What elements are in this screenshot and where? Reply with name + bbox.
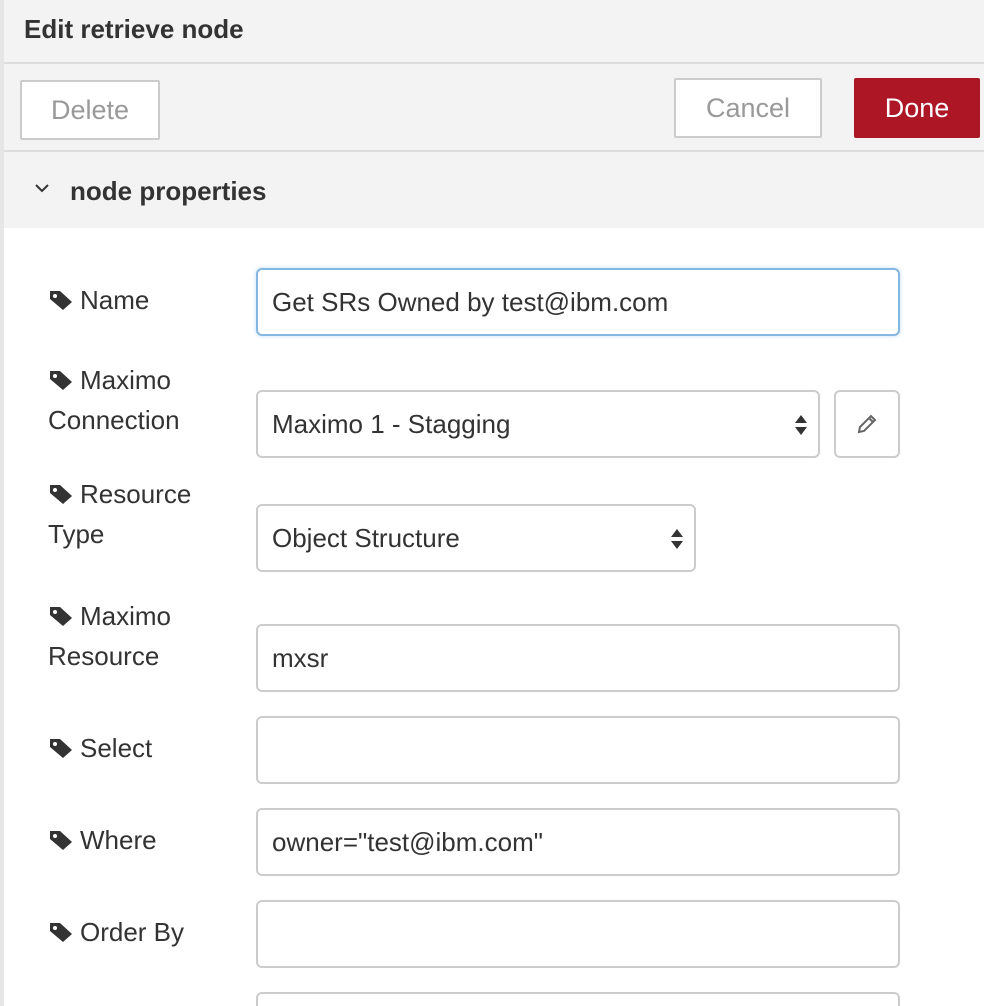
connection-select[interactable]: Maximo 1 - Stagging (256, 390, 820, 458)
select-label: Select (48, 728, 248, 768)
tag-icon (50, 923, 72, 942)
tray-toolbar: Delete Cancel Done (4, 64, 984, 152)
tag-icon (50, 371, 72, 390)
tag-icon (50, 739, 72, 758)
tag-icon (50, 485, 72, 504)
resource-type-label: Resource Type (48, 479, 192, 549)
order-by-input[interactable] (256, 900, 900, 968)
next-input[interactable] (256, 992, 900, 1006)
select-arrows-icon (671, 529, 683, 549)
order-by-label: Order By (48, 912, 248, 952)
done-button[interactable]: Done (854, 78, 980, 138)
edit-tray: Edit retrieve node Delete Cancel Done no… (0, 0, 984, 1006)
pencil-icon (857, 414, 877, 434)
section-title: node properties (70, 176, 267, 206)
node-properties-header[interactable]: node properties (4, 152, 984, 228)
select-input[interactable] (256, 716, 900, 784)
connection-select-value: Maximo 1 - Stagging (272, 408, 511, 439)
resource-input[interactable]: mxsr (256, 624, 900, 692)
edit-connection-button[interactable] (834, 390, 900, 458)
connection-label: Maximo Connection (48, 365, 180, 435)
tag-icon (50, 607, 72, 626)
tray-header: Edit retrieve node (4, 0, 984, 64)
tag-icon (50, 831, 72, 850)
resource-label: Maximo Resource (48, 601, 172, 671)
where-input[interactable]: owner="test@ibm.com" (256, 808, 900, 876)
resource-type-select[interactable]: Object Structure (256, 504, 696, 572)
select-arrows-icon (795, 415, 807, 435)
cancel-button[interactable]: Cancel (674, 78, 822, 138)
where-label: Where (48, 820, 248, 860)
delete-button[interactable]: Delete (20, 80, 160, 140)
name-label: Name (48, 280, 248, 320)
chevron-down-icon (35, 184, 49, 193)
name-input[interactable]: Get SRs Owned by test@ibm.com (256, 268, 900, 336)
tag-icon (50, 291, 72, 310)
tray-title: Edit retrieve node (24, 14, 244, 44)
resource-type-select-value: Object Structure (272, 522, 460, 553)
